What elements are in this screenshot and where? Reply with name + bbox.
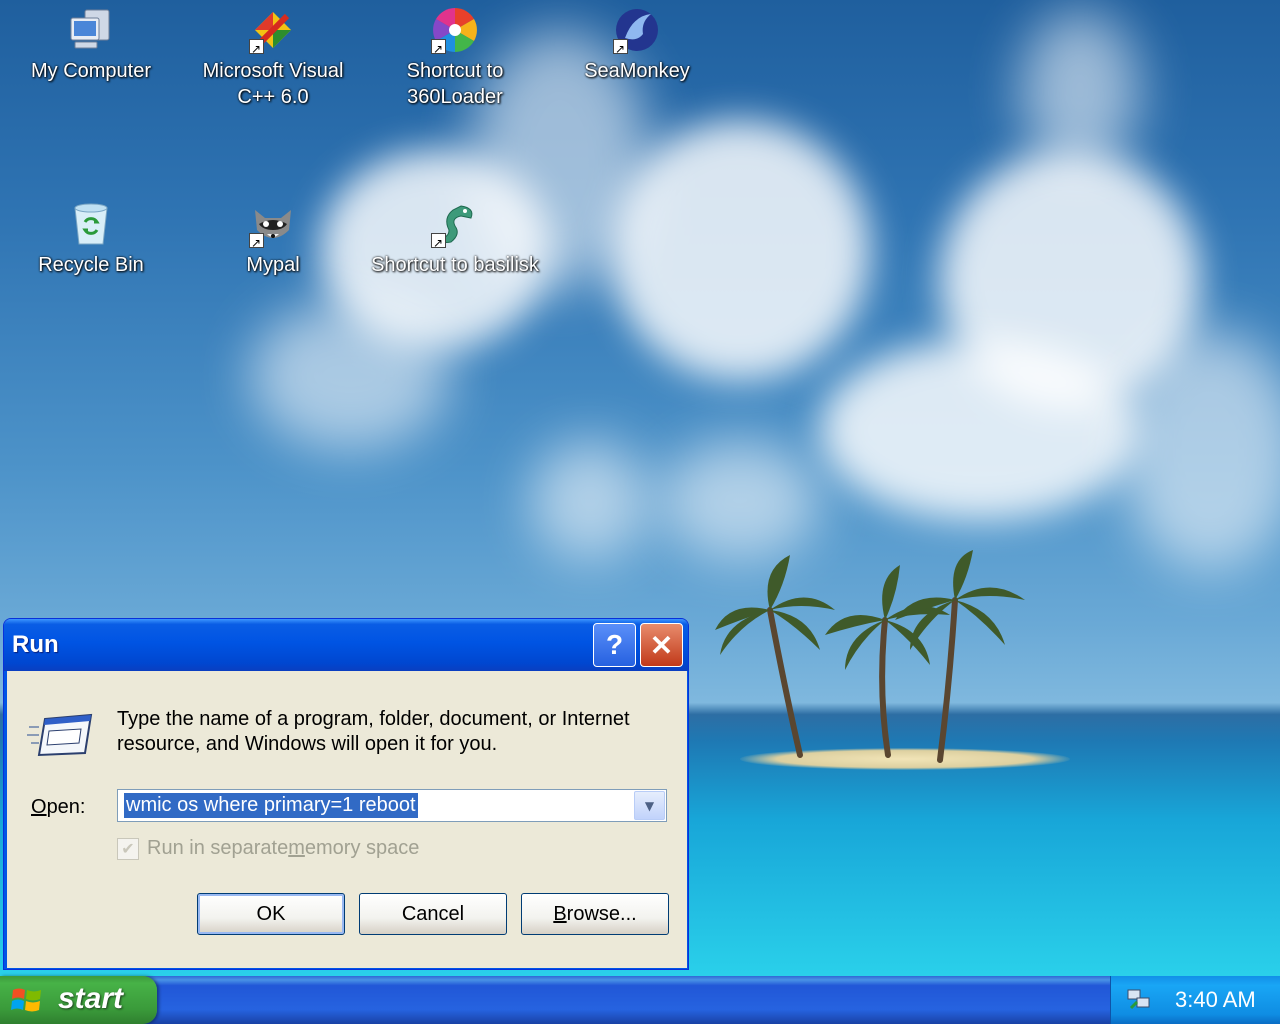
separate-memory-checkbox: ✔ Run in separate m emory space <box>117 837 419 860</box>
ok-button[interactable]: OK <box>197 893 345 935</box>
dropdown-arrow-icon[interactable]: ▼ <box>634 791 665 820</box>
run-program-icon <box>27 711 93 759</box>
shortcut-arrow-icon <box>613 36 628 62</box>
wallpaper-cloud <box>610 120 870 380</box>
desktop-icon-my-computer[interactable]: My Computer <box>6 6 176 84</box>
wallpaper-cloud <box>820 340 1140 520</box>
mypal-icon <box>249 200 297 256</box>
run-description: Type the name of a program, folder, docu… <box>117 708 630 755</box>
desktop-icon-recycle-bin[interactable]: Recycle Bin <box>6 200 176 278</box>
run-dialog[interactable]: Run ? ✕ Type the name of a program, fold… <box>3 618 689 970</box>
help-button[interactable]: ? <box>593 623 636 667</box>
desktop-icon-basilisk[interactable]: Shortcut to basilisk <box>370 200 540 278</box>
taskbar[interactable]: start 3:40 AM <box>0 976 1280 1024</box>
windows-logo-icon <box>11 988 41 1012</box>
desktop-icon-label: Shortcut to 360Loader <box>406 60 504 108</box>
run-dialog-titlebar[interactable]: Run ? ✕ <box>4 619 688 671</box>
my-computer-icon <box>67 6 115 54</box>
desktop-icon-visual-cpp[interactable]: Microsoft Visual C++ 6.0 <box>188 6 358 110</box>
close-button[interactable]: ✕ <box>640 623 683 667</box>
basilisk-icon <box>431 200 479 256</box>
start-button[interactable]: start <box>0 976 157 1024</box>
cancel-button[interactable]: Cancel <box>359 893 507 935</box>
start-label: start <box>58 982 124 1015</box>
desktop-icon-label: Microsoft Visual C++ 6.0 <box>202 60 344 108</box>
system-tray: 3:40 AM <box>1110 976 1280 1024</box>
clock[interactable]: 3:40 AM <box>1175 987 1256 1013</box>
desktop-icon-mypal[interactable]: Mypal <box>188 200 358 278</box>
desktop-icon-seamonkey[interactable]: SeaMonkey <box>552 6 722 84</box>
open-label: Open: <box>31 796 86 819</box>
run-dialog-title: Run <box>12 631 59 658</box>
open-label-accelerator: O <box>31 796 47 818</box>
shortcut-arrow-icon <box>431 230 446 256</box>
desktop-icon-label: Recycle Bin <box>38 254 144 276</box>
shortcut-arrow-icon <box>431 36 446 62</box>
separate-memory-label-start: Run in separate <box>147 837 289 859</box>
wallpaper-palm-trees <box>715 550 1025 763</box>
360loader-icon <box>431 6 479 62</box>
open-label-text: pen: <box>46 796 86 818</box>
network-icon[interactable] <box>1125 986 1153 1014</box>
desktop-icon-label: Shortcut to basilisk <box>371 254 539 276</box>
shortcut-arrow-icon <box>249 230 264 256</box>
recycle-bin-icon <box>67 200 115 248</box>
wallpaper-cloud <box>1020 10 1140 170</box>
open-input[interactable]: wmic os where primary=1 reboot <box>124 793 418 818</box>
seamonkey-icon <box>613 6 661 62</box>
desktop-icon-360loader[interactable]: Shortcut to 360Loader <box>370 6 540 110</box>
separate-memory-accelerator: m <box>288 837 305 859</box>
shortcut-arrow-icon <box>249 36 264 62</box>
checkbox-check-icon: ✔ <box>117 837 139 860</box>
wallpaper-cloud <box>250 300 450 450</box>
wallpaper-cloud <box>660 440 820 560</box>
desktop-icon-label: My Computer <box>30 60 152 82</box>
desktop-icon-label: Mypal <box>246 254 300 276</box>
open-combobox[interactable]: wmic os where primary=1 reboot ▼ <box>117 789 667 822</box>
desktop-icon-label: SeaMonkey <box>584 60 690 82</box>
browse-label: rowse... <box>566 902 637 925</box>
visual-cpp-icon <box>249 6 297 62</box>
separate-memory-label-end: emory space <box>304 837 420 859</box>
browse-button[interactable]: Browse... <box>521 893 669 935</box>
browse-accelerator: B <box>553 902 567 925</box>
run-dialog-body: Type the name of a program, folder, docu… <box>7 671 687 968</box>
wallpaper-cloud <box>530 440 650 560</box>
